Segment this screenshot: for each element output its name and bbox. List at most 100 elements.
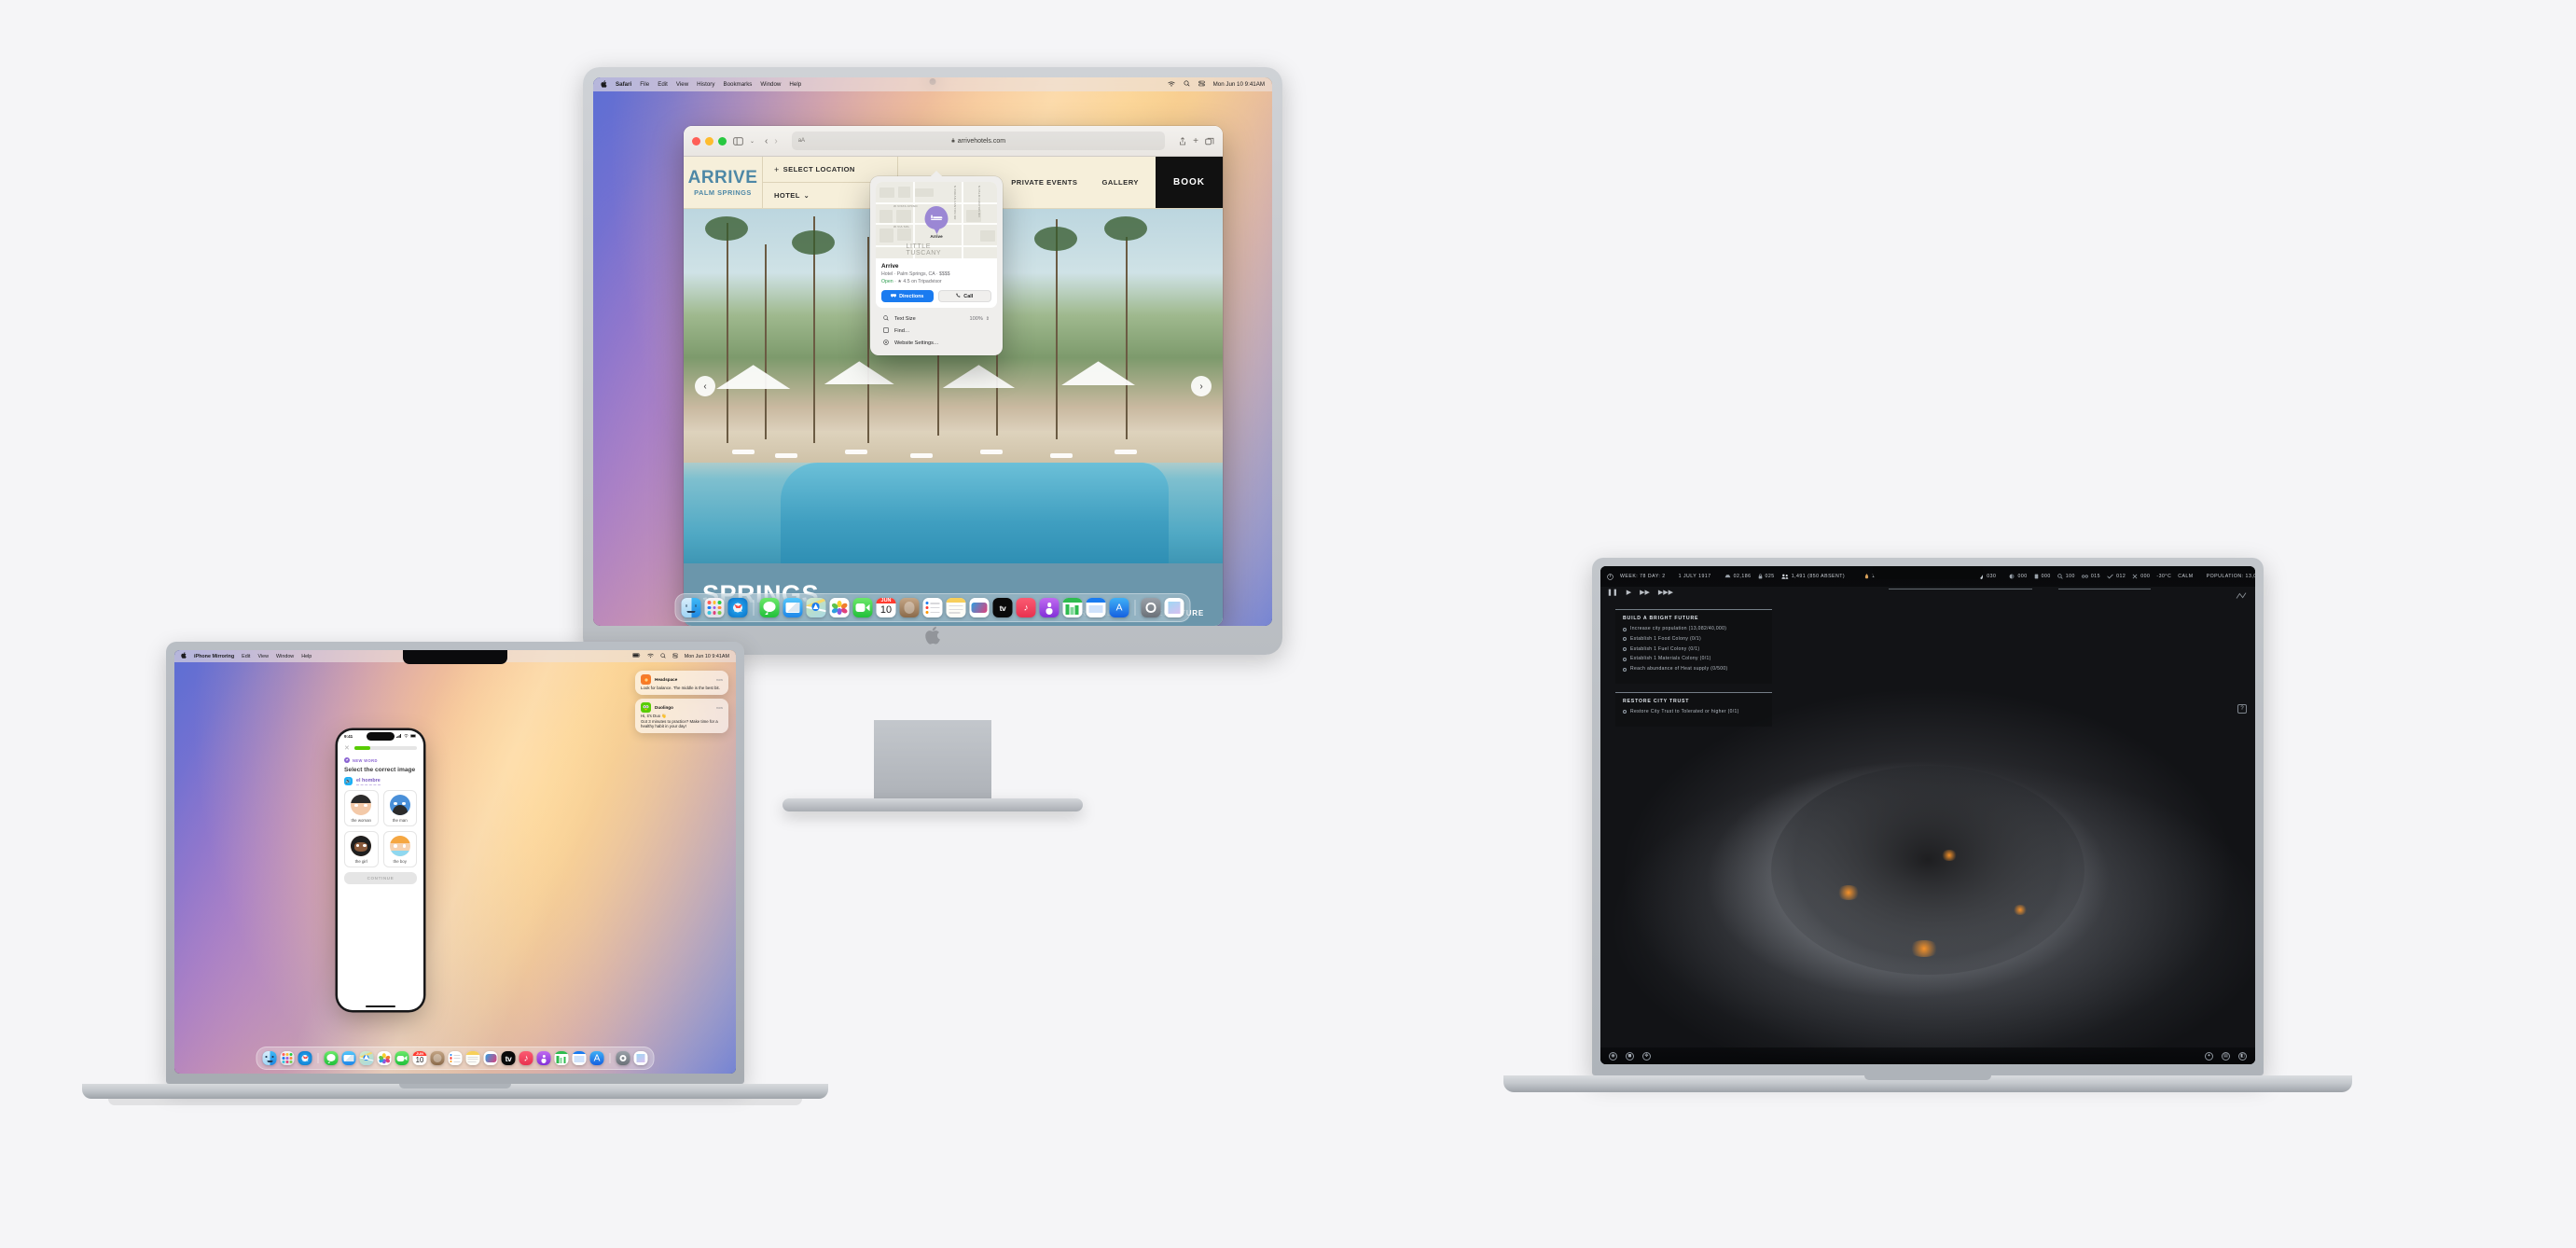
apple-logo-icon[interactable] bbox=[601, 79, 607, 90]
dock-item-settings[interactable] bbox=[616, 1051, 630, 1065]
dock-item-finder[interactable] bbox=[681, 598, 701, 617]
stepper-icon[interactable]: ⇕ bbox=[986, 316, 990, 322]
dock-item-notes[interactable] bbox=[946, 598, 966, 617]
play-icon[interactable]: ▶ bbox=[1627, 589, 1631, 596]
dock-item-reminders[interactable] bbox=[922, 598, 943, 617]
carousel-prev-button[interactable]: ‹ bbox=[695, 376, 715, 396]
dock-item-facetime[interactable] bbox=[395, 1051, 409, 1065]
menu-bar-clock[interactable]: Mon Jun 10 9:41AM bbox=[1213, 81, 1265, 88]
dock-item-podcasts[interactable] bbox=[1039, 598, 1059, 617]
answer-option-girl[interactable]: the girl bbox=[344, 831, 379, 867]
power-icon[interactable] bbox=[1607, 573, 1613, 580]
book-button[interactable]: BOOK bbox=[1156, 157, 1223, 208]
quest-restore-city-trust[interactable]: RESTORE CITY TRUST Restore City Trust to… bbox=[1615, 691, 1772, 727]
resource-people[interactable]: 1,491 (850 ABSENT) bbox=[1781, 574, 1845, 579]
dock-item-keynote[interactable] bbox=[572, 1051, 587, 1065]
nav-gallery[interactable]: GALLERY bbox=[1102, 178, 1140, 187]
dock-item-photos[interactable] bbox=[829, 598, 850, 617]
dock-item-safari[interactable] bbox=[727, 598, 748, 617]
stat-parts[interactable]: 015 bbox=[2082, 574, 2100, 579]
notifications-icon[interactable]: ◧ bbox=[2238, 1051, 2247, 1061]
battery-icon[interactable] bbox=[631, 653, 641, 659]
dock-item-calendar[interactable]: JUN 10 bbox=[412, 1051, 427, 1065]
menu-item-edit[interactable]: Edit bbox=[658, 81, 668, 88]
imac-dock[interactable]: ▲ JUN 10 tv ♪ A bbox=[674, 593, 1191, 622]
fast-forward-icon[interactable]: ▶▶ bbox=[1640, 589, 1650, 596]
dock-item-photos[interactable] bbox=[377, 1051, 392, 1065]
tabs-icon[interactable] bbox=[1205, 137, 1214, 146]
control-center-icon[interactable] bbox=[672, 653, 678, 660]
carousel-next-button[interactable]: › bbox=[1191, 376, 1212, 396]
dock-item-appletv[interactable]: tv bbox=[992, 598, 1013, 617]
menu-item-view[interactable]: View bbox=[257, 654, 269, 659]
menu-bar-clock[interactable]: Mon Jun 10 9:41AM bbox=[685, 654, 729, 659]
dock-item-launchpad[interactable] bbox=[280, 1051, 295, 1065]
place-map[interactable]: W VISTA CHINO W VIA SOL N INDIAN CANYON … bbox=[876, 182, 997, 258]
stat-crate[interactable]: 000 bbox=[2034, 574, 2051, 579]
dock-item-facetime[interactable] bbox=[852, 598, 873, 617]
iphone-mirroring-window[interactable]: 9:41 ✕ ✦ NEW WORD Select the correct ima… bbox=[338, 730, 423, 1010]
window-traffic-lights[interactable] bbox=[692, 136, 727, 146]
answer-option-man[interactable]: the man bbox=[382, 790, 417, 826]
answer-option-boy[interactable]: the boy bbox=[382, 831, 417, 867]
forward-button[interactable]: › bbox=[774, 136, 777, 146]
dock-item-appletv[interactable]: tv bbox=[501, 1051, 516, 1065]
menu-item-window[interactable]: Window bbox=[276, 654, 294, 659]
nav-private-events[interactable]: PRIVATE EVENTS bbox=[1011, 178, 1077, 187]
exercise-word-row[interactable]: 🔊 el hombre bbox=[344, 777, 417, 785]
dock-item-contacts[interactable] bbox=[899, 598, 920, 617]
menu-item-history[interactable]: History bbox=[697, 81, 714, 88]
maps-place-card[interactable]: W VISTA CHINO W VIA SOL N INDIAN CANYON … bbox=[876, 182, 997, 308]
continue-button[interactable]: CONTINUE bbox=[344, 872, 417, 884]
dock-item-launchpad[interactable] bbox=[704, 598, 725, 617]
research-icon[interactable]: ◼ bbox=[1626, 1051, 1634, 1061]
map-icon[interactable]: ✥ bbox=[1642, 1051, 1651, 1061]
search-icon[interactable] bbox=[660, 652, 666, 660]
menu-item-file[interactable]: File bbox=[640, 81, 649, 88]
laws-icon[interactable]: ◉ bbox=[1609, 1051, 1617, 1061]
menu-item-bookmarks[interactable]: Bookmarks bbox=[723, 81, 752, 88]
zoom-button[interactable] bbox=[718, 136, 727, 146]
build-icon[interactable]: ✦ bbox=[2205, 1051, 2213, 1061]
dock-item-mail[interactable] bbox=[782, 598, 803, 617]
minimap-icon[interactable] bbox=[2236, 589, 2247, 599]
dock-item-maps[interactable]: ▲ bbox=[806, 598, 826, 617]
menu-item-window[interactable]: Window bbox=[760, 81, 781, 88]
dock-item-notes[interactable] bbox=[465, 1051, 480, 1065]
stat-oil[interactable]: 100 bbox=[2057, 574, 2075, 579]
stat-goods[interactable]: 000 bbox=[2009, 574, 2027, 579]
dock-item-reminders[interactable] bbox=[448, 1051, 463, 1065]
dock-item-numbers[interactable] bbox=[1062, 598, 1083, 617]
address-bar[interactable]: aA arrivehotels.com bbox=[791, 132, 1166, 150]
menu-item-iphone-mirroring[interactable]: iPhone Mirroring bbox=[194, 654, 234, 659]
wifi-icon[interactable] bbox=[646, 653, 654, 660]
menu-item-find[interactable]: Find… bbox=[879, 325, 993, 337]
share-icon[interactable] bbox=[1179, 136, 1186, 146]
dock-item-finder[interactable] bbox=[262, 1051, 277, 1065]
dock-item-appstore[interactable]: A bbox=[589, 1051, 604, 1065]
dock-item-keynote[interactable] bbox=[1086, 598, 1106, 617]
home-indicator[interactable] bbox=[366, 1005, 395, 1007]
dock-item-calendar[interactable]: JUN 10 bbox=[876, 598, 896, 617]
help-button[interactable]: ? bbox=[2237, 704, 2247, 714]
stat-check[interactable]: 012 bbox=[2107, 574, 2126, 579]
call-button[interactable]: Call bbox=[937, 290, 991, 302]
dock-item-preview[interactable] bbox=[1164, 598, 1184, 617]
resource-locked[interactable]: 025 bbox=[1758, 574, 1775, 579]
close-icon[interactable]: ✕ bbox=[344, 744, 350, 752]
notification-duolingo[interactable]: Duolingo now Hi, it's Duo 👋 Got 3 minute… bbox=[635, 699, 728, 734]
pause-icon[interactable]: ❚❚ bbox=[1607, 589, 1618, 596]
close-button[interactable] bbox=[692, 136, 700, 146]
dock-item-settings[interactable] bbox=[1141, 598, 1161, 617]
sidebar-icon[interactable] bbox=[733, 136, 743, 146]
search-icon[interactable] bbox=[1184, 80, 1190, 89]
menu-item-edit[interactable]: Edit bbox=[242, 654, 250, 659]
queue-icon[interactable]: ▤ bbox=[2222, 1051, 2230, 1061]
menu-item-help[interactable]: Help bbox=[789, 81, 801, 88]
dock-item-messages[interactable] bbox=[759, 598, 780, 617]
safari-page-menu-popover[interactable]: W VISTA CHINO W VIA SOL N INDIAN CANYON … bbox=[870, 171, 1003, 355]
dock-item-messages[interactable] bbox=[324, 1051, 339, 1065]
site-logo[interactable]: ARRIVE PALM SPRINGS bbox=[684, 157, 763, 208]
menu-item-view[interactable]: View bbox=[676, 81, 688, 88]
dock-item-numbers[interactable] bbox=[554, 1051, 569, 1065]
